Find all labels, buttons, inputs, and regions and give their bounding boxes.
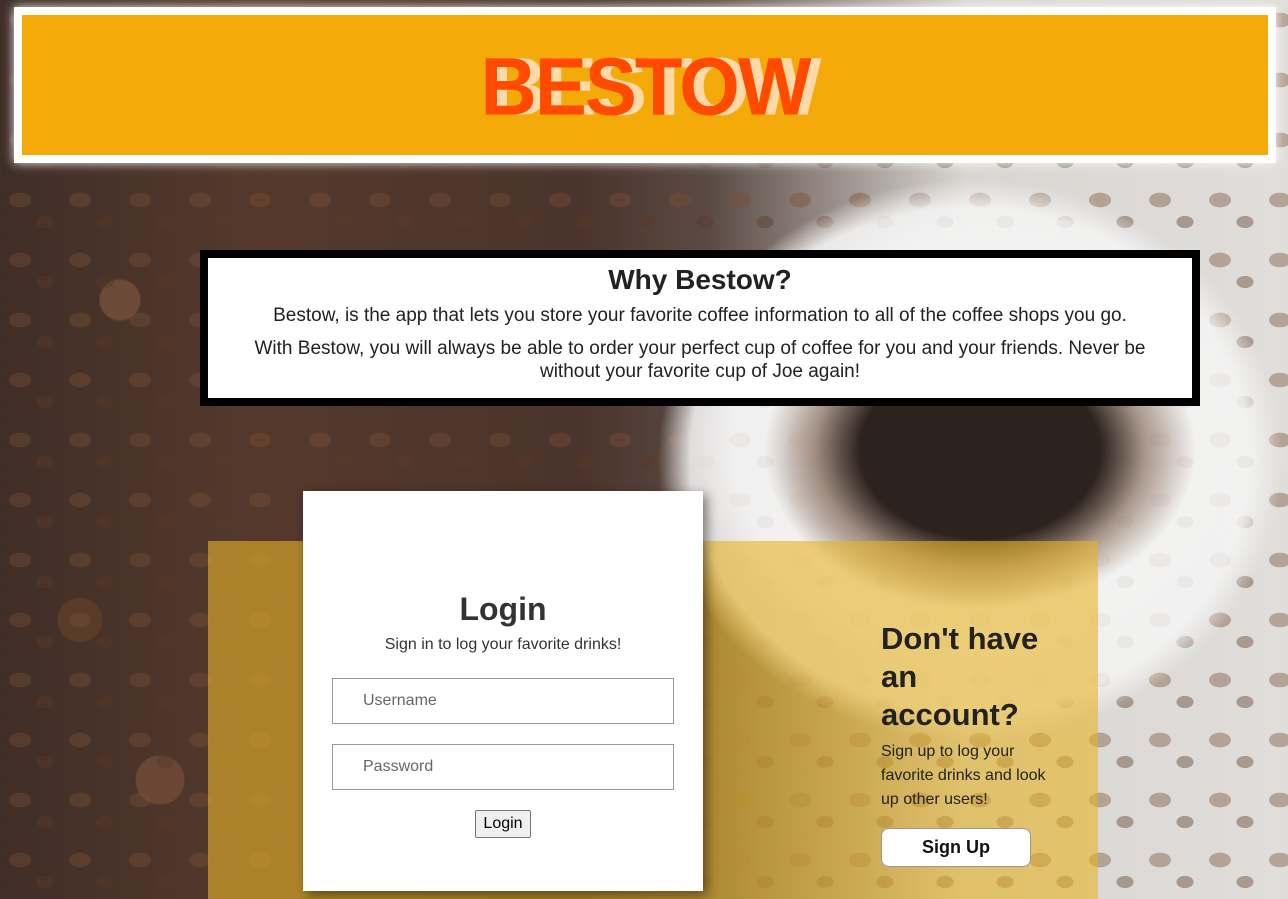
why-bestow-section: Why Bestow? Bestow, is the app that lets… — [200, 250, 1200, 406]
why-title: Why Bestow? — [608, 264, 792, 295]
bestow-logo: BESTOW — [480, 39, 812, 133]
password-input[interactable] — [332, 744, 674, 790]
username-input[interactable] — [332, 678, 674, 724]
login-card: Login Sign in to log your favorite drink… — [303, 491, 703, 891]
signup-section: Don't have an account? Sign up to log yo… — [881, 620, 1061, 867]
signup-title: Don't have an account? — [881, 621, 1039, 732]
login-subtitle: Sign in to log your favorite drinks! — [384, 636, 622, 653]
sign-up-button[interactable]: Sign Up — [881, 828, 1031, 867]
why-description-1: Bestow, is the app that lets you store y… — [273, 305, 1127, 326]
why-description-2: With Bestow, you will always be able to … — [254, 338, 1146, 382]
login-button[interactable]: Login — [475, 810, 531, 838]
site-header: BESTOW — [14, 7, 1276, 163]
signup-description: Sign up to log your favorite drinks and … — [881, 743, 1046, 808]
login-title: Login — [459, 591, 547, 627]
